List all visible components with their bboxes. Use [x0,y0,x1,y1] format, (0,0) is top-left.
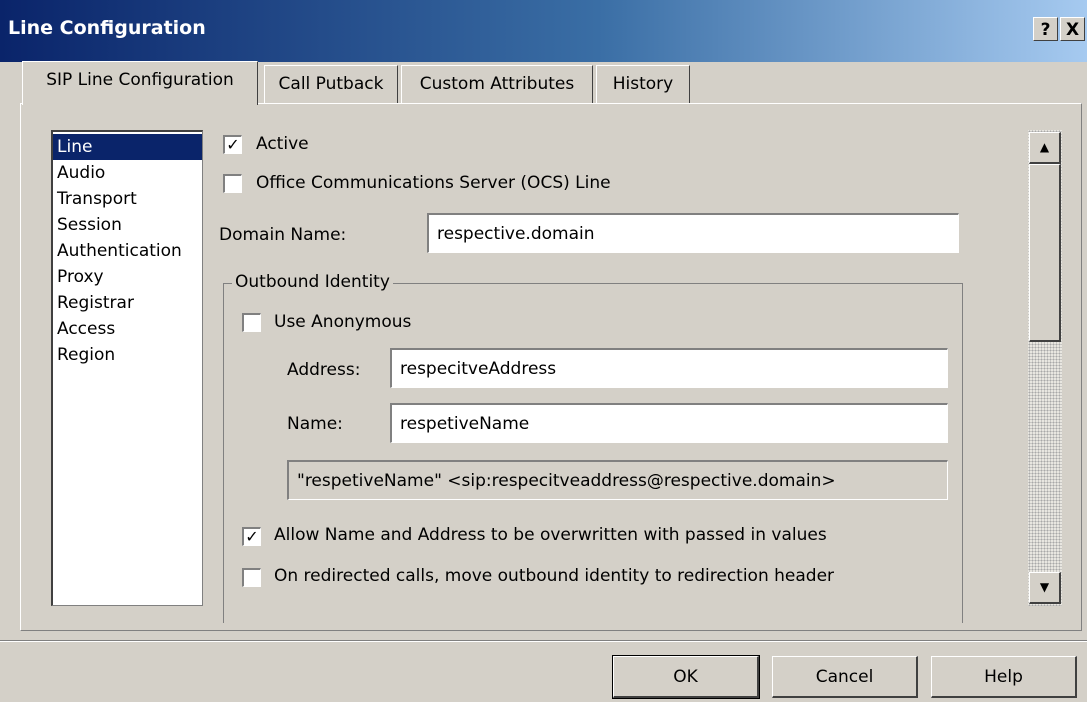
active-checkbox[interactable]: ✓ [223,135,242,154]
domain-name-input[interactable] [427,213,959,253]
list-item-audio[interactable]: Audio [53,160,202,186]
address-label: Address: [287,360,361,380]
tab-sip-line-configuration[interactable]: SIP Line Configuration [22,61,258,105]
active-label: Active [256,134,309,154]
name-input[interactable] [390,403,948,443]
scroll-up-icon[interactable]: ▲ [1029,132,1061,164]
list-item-access[interactable]: Access [53,316,202,342]
list-item-transport[interactable]: Transport [53,186,202,212]
domain-name-label: Domain Name: [219,225,347,245]
section-list[interactable]: Line Audio Transport Session Authenticat… [51,130,203,606]
list-item-proxy[interactable]: Proxy [53,264,202,290]
tab-custom-attributes[interactable]: Custom Attributes [401,65,593,103]
list-item-registrar[interactable]: Registrar [53,290,202,316]
close-icon[interactable]: X [1060,17,1085,41]
allow-overwrite-checkbox[interactable]: ✓ [242,527,261,546]
identity-preview-field [287,460,948,500]
address-input[interactable] [390,348,948,388]
help-icon[interactable]: ? [1033,17,1058,41]
list-item-line[interactable]: Line [53,134,202,160]
scroll-thumb[interactable] [1029,164,1061,342]
ocs-line-checkbox[interactable] [223,174,242,193]
tab-history[interactable]: History [596,65,690,103]
redirect-identity-label: On redirected calls, move outbound ident… [274,566,835,586]
help-button[interactable]: Help [931,656,1077,698]
footer-separator [0,640,1087,642]
title-bar[interactable]: Line Configuration ? X [0,0,1087,62]
use-anonymous-label: Use Anonymous [274,312,412,332]
scroll-down-icon[interactable]: ▼ [1029,572,1061,604]
tab-call-putback[interactable]: Call Putback [264,65,398,103]
list-item-authentication[interactable]: Authentication [53,238,202,264]
ocs-line-label: Office Communications Server (OCS) Line [256,173,611,193]
list-item-region[interactable]: Region [53,342,202,368]
use-anonymous-checkbox[interactable] [242,313,261,332]
name-label: Name: [287,414,343,434]
redirect-identity-checkbox[interactable] [242,568,261,587]
list-item-session[interactable]: Session [53,212,202,238]
cancel-button[interactable]: Cancel [772,656,918,698]
allow-overwrite-label: Allow Name and Address to be overwritten… [274,525,827,545]
window-title: Line Configuration [8,17,206,39]
ok-button[interactable]: OK [612,655,760,699]
outbound-identity-label: Outbound Identity [232,272,393,292]
